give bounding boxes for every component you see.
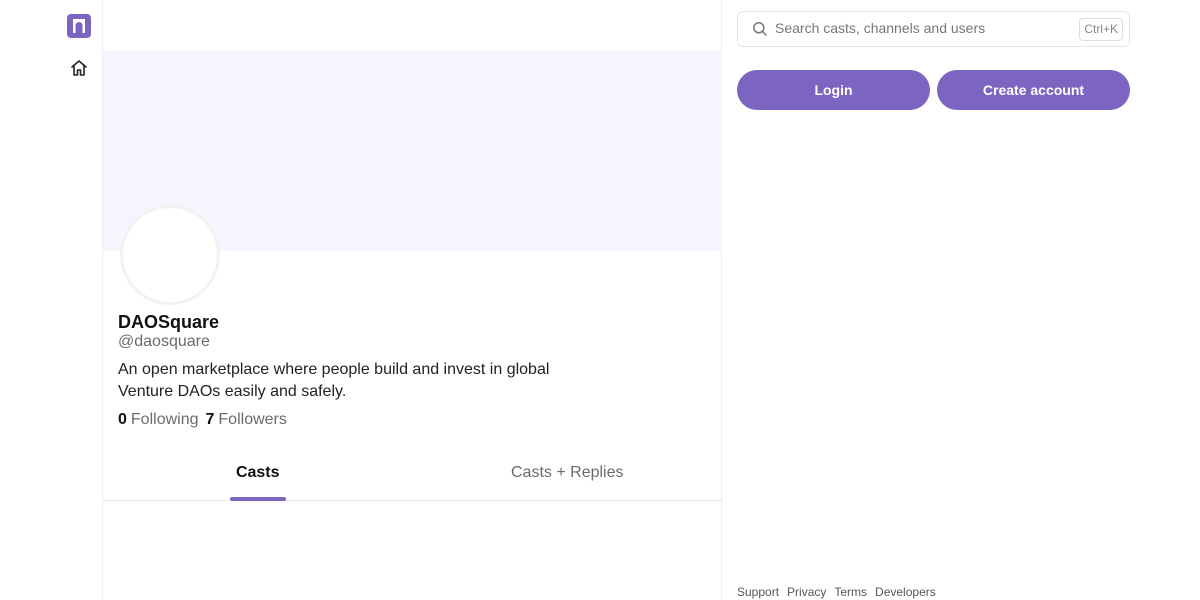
followers-label: Followers [218,411,287,428]
home-icon [70,59,88,82]
home-button[interactable] [67,58,91,82]
following-link[interactable]: 0 Following [118,411,199,429]
footer-link-terms[interactable]: Terms [834,585,867,599]
bio-line: Venture DAOs easily and safely. [118,383,347,400]
keyboard-shortcut-hint: Ctrl+K [1079,18,1123,41]
profile-tabs: Casts Casts + Replies [103,450,722,501]
active-tab-indicator [229,497,286,501]
tab-casts[interactable]: Casts [103,450,413,501]
tab-casts-replies[interactable]: Casts + Replies [413,450,723,500]
avatar[interactable] [120,205,220,305]
followers-link[interactable]: 7 Followers [206,411,287,429]
display-name: DAOSquare [118,312,220,332]
username-handle: @daosquare [118,333,210,350]
profile-bio: An open marketplace where people build a… [118,359,578,403]
app-logo[interactable] [67,14,91,38]
right-sidebar: Ctrl+K Login Create account Support Priv… [737,0,1130,600]
tab-label: Casts + Replies [511,464,624,481]
followers-count: 7 [205,411,215,428]
search-input[interactable] [775,20,1075,36]
top-bar [103,0,721,51]
follow-stats: 0 Following 7 Followers [118,411,287,429]
create-account-button[interactable]: Create account [937,70,1130,110]
search-icon [752,21,768,42]
main-column: DAOSquare @daosquare An open marketplace… [102,0,722,600]
footer-link-developers[interactable]: Developers [875,585,936,599]
bio-line: An open marketplace where people build a… [118,361,550,378]
login-button[interactable]: Login [737,70,930,110]
footer-links: Support Privacy Terms Developers [737,585,936,599]
following-count: 0 [118,411,127,428]
footer-link-privacy[interactable]: Privacy [787,585,826,599]
following-label: Following [130,411,199,428]
tab-label: Casts [235,464,280,481]
left-rail [0,0,102,600]
search-box[interactable]: Ctrl+K [737,11,1130,47]
footer-link-support[interactable]: Support [737,585,779,599]
